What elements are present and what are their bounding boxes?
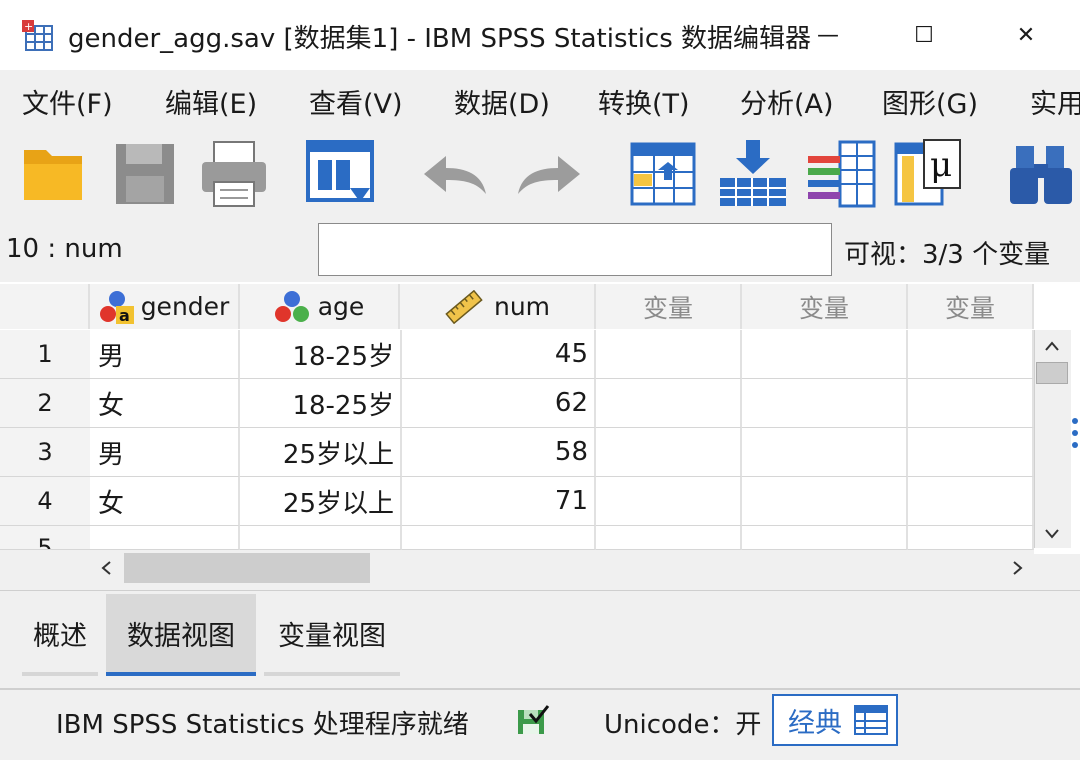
- processor-status: IBM SPSS Statistics 处理程序就绪: [56, 710, 469, 740]
- minimize-button[interactable]: —: [798, 12, 858, 58]
- cell-empty[interactable]: [596, 477, 742, 526]
- column-label: age: [317, 292, 365, 321]
- menu-analyze[interactable]: 分析(A): [740, 82, 834, 121]
- close-icon: ✕: [1016, 22, 1036, 48]
- cell-empty[interactable]: [742, 526, 908, 550]
- column-header-empty-var[interactable]: 变量: [596, 284, 742, 329]
- column-header-age[interactable]: age: [240, 284, 400, 329]
- tab-overview[interactable]: 概述: [22, 594, 98, 676]
- row-number[interactable]: 2: [0, 379, 90, 428]
- column-label: gender: [140, 292, 230, 321]
- horizontal-scroll-thumb[interactable]: [124, 553, 370, 583]
- recall-dialog-icon[interactable]: [306, 138, 376, 210]
- cell-empty[interactable]: [908, 379, 1034, 428]
- cell-num[interactable]: [402, 526, 596, 550]
- cell-empty[interactable]: [742, 330, 908, 379]
- row-number[interactable]: 5: [0, 526, 90, 550]
- undo-icon[interactable]: [420, 138, 490, 210]
- cell-empty[interactable]: [596, 428, 742, 477]
- cell-empty[interactable]: [742, 428, 908, 477]
- open-folder-icon[interactable]: [20, 138, 90, 210]
- cell-gender[interactable]: 女: [90, 477, 240, 526]
- cell-gender[interactable]: 女: [90, 379, 240, 428]
- processor-ready-icon: [516, 704, 550, 736]
- menu-graphs[interactable]: 图形(G): [882, 82, 978, 121]
- spss-app-icon: +: [20, 18, 56, 54]
- scroll-down-icon[interactable]: [1038, 522, 1066, 546]
- save-disk-icon[interactable]: [112, 138, 182, 210]
- cell-num[interactable]: 62: [402, 379, 596, 428]
- cell-num[interactable]: 58: [402, 428, 596, 477]
- cell-value-input[interactable]: [318, 223, 832, 276]
- column-header-empty-var[interactable]: 变量: [742, 284, 908, 329]
- tab-variable-view[interactable]: 变量视图: [264, 594, 400, 676]
- scroll-right-icon[interactable]: [1006, 554, 1030, 582]
- grid-corner: [0, 284, 90, 329]
- vertical-scroll-thumb[interactable]: [1036, 362, 1068, 384]
- scroll-up-icon[interactable]: [1038, 334, 1066, 358]
- find-binoculars-icon[interactable]: [1006, 138, 1076, 210]
- cell-empty[interactable]: [742, 477, 908, 526]
- cell-age[interactable]: 18-25岁: [240, 379, 402, 428]
- cell-empty[interactable]: [908, 330, 1034, 379]
- row-number[interactable]: 1: [0, 330, 90, 379]
- menu-data[interactable]: 数据(D): [454, 82, 550, 121]
- svg-text:+: +: [24, 20, 33, 33]
- cell-num[interactable]: 71: [402, 477, 596, 526]
- column-header-gender[interactable]: a gender: [90, 284, 240, 329]
- nominal-icon: [274, 290, 309, 322]
- svg-text:a: a: [119, 306, 130, 324]
- cell-age[interactable]: 25岁以上: [240, 477, 402, 526]
- nominal-string-icon: a: [99, 290, 134, 324]
- classic-mode-label: 经典: [788, 707, 842, 739]
- variables-icon[interactable]: [806, 138, 876, 210]
- menu-utilities[interactable]: 实用: [1030, 82, 1080, 121]
- cell-age[interactable]: [240, 526, 402, 550]
- cell-gender[interactable]: 男: [90, 330, 240, 379]
- unicode-status: Unicode：开: [604, 710, 762, 740]
- maximize-button[interactable]: ☐: [894, 12, 954, 58]
- row-number[interactable]: 3: [0, 428, 90, 477]
- column-header-empty-var[interactable]: 变量: [908, 284, 1034, 329]
- cell-empty[interactable]: [596, 526, 742, 550]
- menu-file[interactable]: 文件(F): [22, 82, 113, 121]
- descriptives-mu-icon[interactable]: μ: [894, 138, 964, 210]
- cell-empty[interactable]: [742, 379, 908, 428]
- cell-empty[interactable]: [596, 330, 742, 379]
- print-icon[interactable]: [200, 138, 270, 210]
- minimize-icon: —: [817, 22, 839, 48]
- menu-edit[interactable]: 编辑(E): [165, 82, 257, 121]
- cell-gender[interactable]: [90, 526, 240, 550]
- row-number[interactable]: 4: [0, 477, 90, 526]
- menu-view[interactable]: 查看(V): [309, 82, 403, 121]
- scroll-corner: [0, 550, 90, 586]
- cell-num[interactable]: 45: [402, 330, 596, 379]
- cell-gender[interactable]: 男: [90, 428, 240, 477]
- column-label: num: [493, 292, 551, 321]
- visible-variables-count: 可视：3/3 个变量: [844, 240, 1051, 270]
- scale-ruler-icon: [445, 289, 483, 324]
- classic-layout-icon: [854, 705, 888, 735]
- svg-text:μ: μ: [930, 145, 952, 185]
- splitter-handle-icon[interactable]: [1070, 416, 1080, 450]
- cell-empty[interactable]: [596, 379, 742, 428]
- maximize-icon: ☐: [914, 22, 934, 48]
- window-title: gender_agg.sav [数据集1] - IBM SPSS Statist…: [68, 24, 812, 54]
- cell-reference: 10 : num: [6, 234, 123, 264]
- goto-variable-icon[interactable]: [718, 138, 788, 210]
- cell-empty[interactable]: [908, 428, 1034, 477]
- scroll-left-icon[interactable]: [94, 554, 118, 582]
- menu-transform[interactable]: 转换(T): [598, 82, 690, 121]
- cell-age[interactable]: 18-25岁: [240, 330, 402, 379]
- cell-empty[interactable]: [908, 526, 1034, 550]
- classic-mode-button[interactable]: 经典: [772, 694, 898, 746]
- cell-empty[interactable]: [908, 477, 1034, 526]
- cell-age[interactable]: 25岁以上: [240, 428, 402, 477]
- goto-case-icon[interactable]: [628, 138, 698, 210]
- redo-icon[interactable]: [514, 138, 584, 210]
- close-button[interactable]: ✕: [996, 12, 1056, 58]
- column-header-num[interactable]: num: [400, 284, 596, 329]
- tab-data-view[interactable]: 数据视图: [106, 594, 256, 676]
